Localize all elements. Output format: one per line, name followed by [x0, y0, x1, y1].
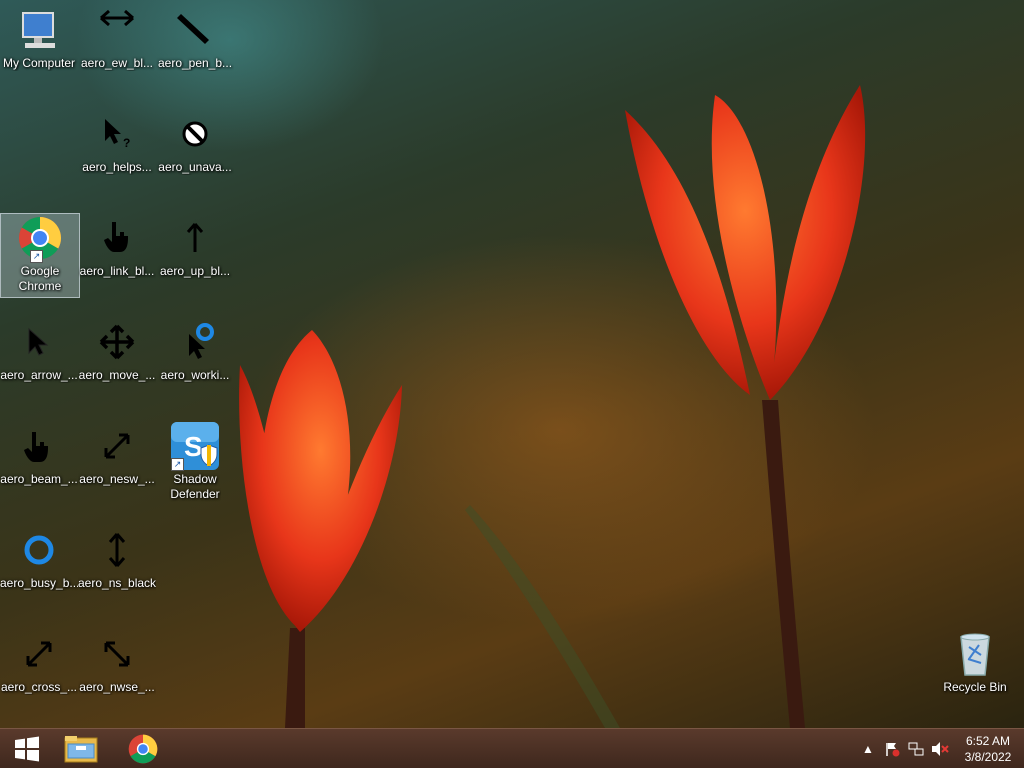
icon-label: aero_ns_black — [78, 576, 156, 590]
busy-icon — [15, 526, 63, 574]
shortcut-arrow-icon: ↗ — [30, 250, 43, 263]
unavailable-icon — [171, 110, 219, 158]
desktop[interactable]: My Computer ↗ Google Chrome aero_arrow_.… — [0, 0, 1024, 728]
clock-time: 6:52 AM — [965, 734, 1011, 748]
icon-label: aero_ew_bl... — [80, 56, 154, 70]
shadow-defender-icon: S ↗ — [171, 422, 219, 471]
icon-label: aero_nesw_... — [79, 472, 155, 486]
desktop-icon-aero-nwse[interactable]: aero_nwse_... — [78, 630, 156, 695]
svg-text:?: ? — [123, 136, 130, 150]
help-select-icon: ? — [93, 110, 141, 158]
windows-start-icon — [15, 736, 39, 762]
icon-label: aero_helps... — [82, 160, 152, 174]
move-icon — [93, 318, 141, 366]
desktop-icon-aero-unavail[interactable]: aero_unava... — [156, 110, 234, 175]
icon-label: aero_link_bl... — [79, 264, 155, 278]
tulip-petals-right — [625, 85, 866, 400]
tulip-stem-left — [285, 628, 305, 728]
desktop-icon-shadow-defender[interactable]: S ↗ Shadow Defender — [156, 422, 234, 502]
computer-icon — [15, 6, 63, 54]
desktop-icon-recycle-bin[interactable]: Recycle Bin — [936, 630, 1014, 695]
icon-label: aero_cross_... — [0, 680, 78, 694]
icon-label: aero_worki... — [160, 368, 230, 382]
hand-beam-icon — [15, 422, 63, 470]
resize-cross-icon — [15, 630, 63, 678]
icon-label: My Computer — [2, 56, 76, 70]
resize-nesw-icon — [93, 422, 141, 470]
desktop-icon-aero-ns[interactable]: aero_ns_black — [78, 526, 156, 591]
desktop-icon-aero-up[interactable]: aero_up_bl... — [156, 214, 234, 279]
hand-link-icon — [93, 214, 141, 262]
clock-date: 3/8/2022 — [964, 750, 1012, 764]
resize-ns-icon — [93, 526, 141, 574]
taskbar: ▲ 6:52 AM 3/8/2022 — [0, 728, 1024, 768]
action-center-flag-icon[interactable] — [880, 729, 904, 768]
icon-label: aero_busy_b... — [0, 576, 78, 590]
icon-label: Recycle Bin — [943, 680, 1007, 694]
chrome-icon — [128, 734, 158, 764]
icon-label: Google Chrome — [18, 264, 62, 293]
icon-label: aero_unava... — [158, 160, 232, 174]
tulip-petals-left — [239, 330, 402, 632]
show-hidden-icons-icon[interactable]: ▲ — [856, 729, 880, 768]
network-icon[interactable] — [904, 729, 928, 768]
icon-label: aero_move_... — [78, 368, 156, 382]
desktop-icon-aero-working[interactable]: aero_worki... — [156, 318, 234, 383]
desktop-icon-aero-ew[interactable]: aero_ew_bl... — [78, 6, 156, 71]
pen-icon — [171, 6, 219, 54]
resize-ew-icon — [93, 0, 141, 42]
desktop-icon-aero-link[interactable]: aero_link_bl... — [78, 214, 156, 279]
icon-label: aero_pen_b... — [157, 56, 233, 70]
desktop-icon-aero-arrow[interactable]: aero_arrow_... — [0, 318, 78, 383]
desktop-icon-aero-nesw[interactable]: aero_nesw_... — [78, 422, 156, 487]
file-explorer-icon — [64, 736, 98, 763]
desktop-icon-google-chrome[interactable]: ↗ Google Chrome — [0, 213, 80, 298]
shortcut-arrow-icon: ↗ — [171, 458, 184, 471]
icon-label: aero_up_bl... — [159, 264, 231, 278]
arrow-cursor-icon — [15, 318, 63, 366]
chrome-icon: ↗ — [16, 214, 64, 263]
desktop-icon-aero-busy[interactable]: aero_busy_b... — [0, 526, 78, 591]
icon-label: aero_arrow_... — [0, 368, 78, 382]
desktop-icon-my-computer[interactable]: My Computer — [0, 6, 78, 71]
icon-label: aero_nwse_... — [79, 680, 155, 694]
resize-nwse-icon — [93, 630, 141, 678]
icon-label: aero_beam_... — [0, 472, 78, 486]
taskbar-chrome[interactable] — [116, 729, 170, 768]
system-tray: ▲ 6:52 AM 3/8/2022 — [856, 729, 1024, 768]
desktop-icon-aero-cross[interactable]: aero_cross_... — [0, 630, 78, 695]
volume-muted-icon[interactable] — [928, 729, 952, 768]
desktop-icon-aero-move[interactable]: aero_move_... — [78, 318, 156, 383]
desktop-icon-aero-helpsel[interactable]: ? aero_helps... — [78, 110, 156, 175]
desktop-icon-aero-pen[interactable]: aero_pen_b... — [156, 6, 234, 71]
icon-label: Shadow Defender — [170, 472, 220, 501]
working-icon — [171, 318, 219, 366]
grass-blade — [465, 505, 620, 728]
svg-text:S: S — [184, 431, 203, 462]
clock[interactable]: 6:52 AM 3/8/2022 — [952, 733, 1024, 765]
start-button[interactable] — [0, 729, 54, 768]
desktop-icon-aero-beam[interactable]: aero_beam_... — [0, 422, 78, 487]
taskbar-file-explorer[interactable] — [54, 729, 108, 768]
tulip-stem-right — [762, 400, 805, 728]
up-arrow-icon — [171, 214, 219, 262]
recycle-bin-icon — [951, 630, 999, 678]
